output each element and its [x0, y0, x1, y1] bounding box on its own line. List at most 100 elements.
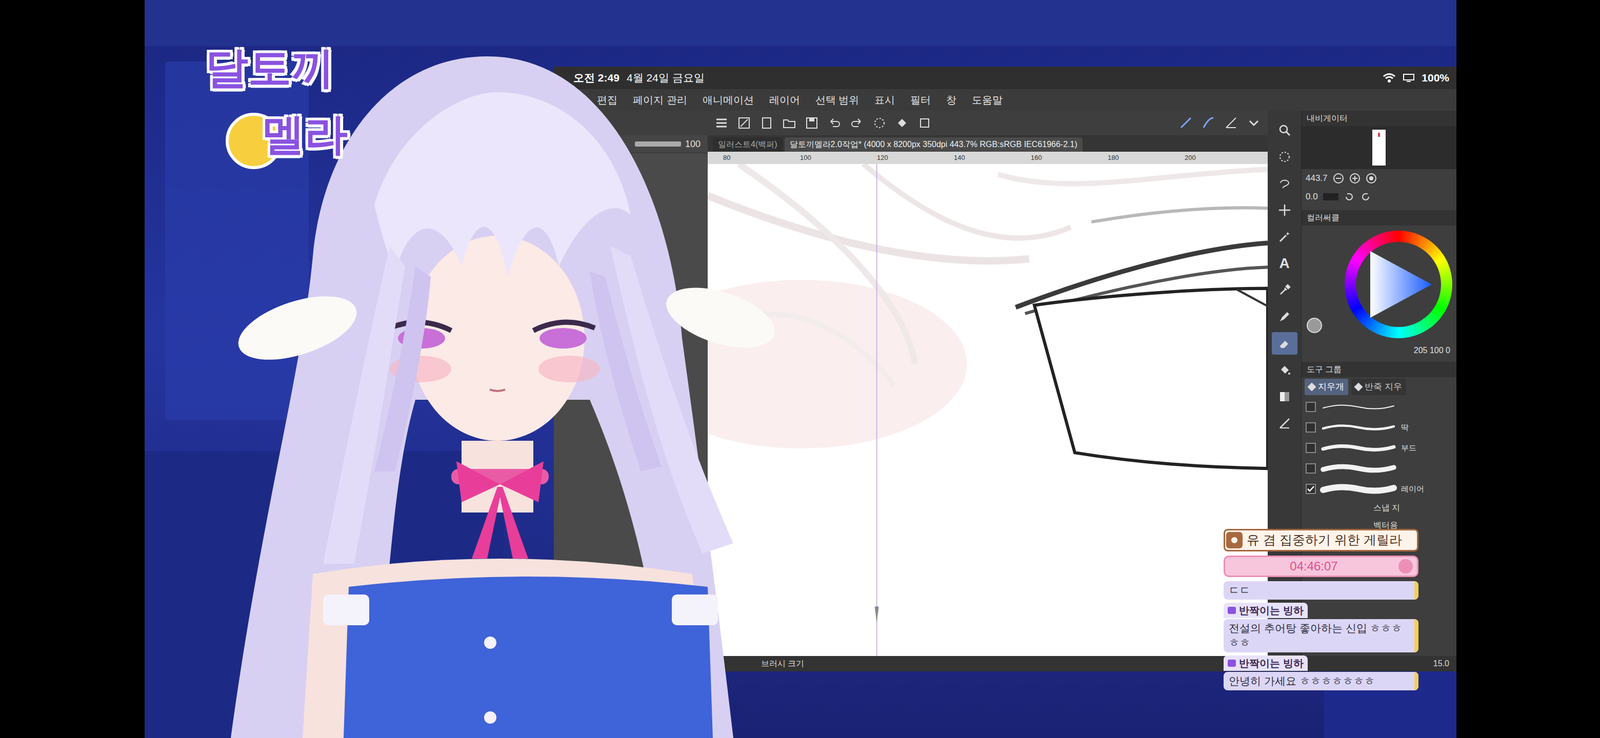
- tool-button[interactable]: [1271, 118, 1298, 142]
- ruler-tick: 100: [800, 152, 877, 164]
- tool-button[interactable]: [1271, 225, 1298, 249]
- tool-button[interactable]: [1271, 358, 1298, 382]
- stream-video: 오전 2:49 4월 24일 금요일 100% 편집페이지 관리애니메이션레이어…: [144, 0, 1457, 738]
- brush-checkbox[interactable]: [1305, 443, 1316, 454]
- eraser-icon: [1277, 336, 1292, 351]
- menu-item[interactable]: 도움말: [971, 92, 1003, 108]
- sub-tool-label: 반죽 지우: [1364, 380, 1403, 394]
- tool-button[interactable]: [1271, 278, 1298, 302]
- chat-message: ㄷㄷ: [1223, 581, 1419, 600]
- ruler: 80100120140160180200: [707, 151, 1268, 165]
- ruler-tick: 140: [953, 152, 1031, 164]
- angle-value[interactable]: 0.0: [1305, 190, 1318, 204]
- zoom-row: 443.7: [1301, 169, 1457, 188]
- banner-text: 유 겸 집중하기 위한 게릴라: [1246, 530, 1403, 551]
- ruler-tick: 200: [1184, 152, 1262, 164]
- zoom-out-icon[interactable]: [1332, 172, 1345, 185]
- brush-row[interactable]: [1301, 396, 1457, 418]
- brush-row[interactable]: 레이어: [1301, 478, 1457, 500]
- tool-button[interactable]: [1271, 332, 1298, 355]
- chat-text: 안녕히 가세요 ㅎㅎㅎㅎㅎㅎㅎ: [1223, 672, 1415, 691]
- color-triangle[interactable]: [1360, 246, 1437, 324]
- ruler-snap-icon[interactable]: [1179, 116, 1193, 130]
- zoom-in-icon[interactable]: [1349, 172, 1361, 185]
- tab-label: 일러스트4(백퍼): [717, 138, 778, 151]
- redo-icon[interactable]: [850, 116, 864, 130]
- transform-icon[interactable]: [917, 116, 932, 130]
- screen-icon: [1403, 73, 1415, 83]
- new-file-icon[interactable]: [760, 116, 774, 130]
- tab-label: 달토끼멜라2.0작업* (4000 x 8200px 350dpi 443.7%…: [789, 138, 1078, 151]
- gradient-icon: [1277, 390, 1292, 404]
- loading-icon[interactable]: [872, 116, 887, 130]
- opacity-slider[interactable]: [634, 141, 682, 147]
- brush-size-label: 브러시 크기: [761, 657, 805, 671]
- collapse-icon[interactable]: [1247, 116, 1261, 130]
- brush-checkbox[interactable]: [1305, 463, 1316, 474]
- chat-user-row: 반짝이는 빙하: [1223, 603, 1308, 619]
- fill-icon[interactable]: [895, 116, 909, 130]
- menu-item[interactable]: 애니메이션: [702, 92, 754, 108]
- undo-icon[interactable]: [827, 116, 842, 130]
- menu-item[interactable]: 선택 범위: [815, 92, 860, 108]
- brush-row[interactable]: 딱: [1301, 417, 1457, 438]
- brush-size-value[interactable]: 15.0: [1433, 657, 1450, 671]
- canvas[interactable]: [707, 164, 1268, 657]
- color-wheel-area: [1301, 225, 1457, 344]
- open-folder-icon[interactable]: [782, 116, 796, 130]
- menu-item[interactable]: 편집: [596, 92, 618, 108]
- color-header: 컬러써클: [1301, 210, 1457, 226]
- menu-icon[interactable]: [714, 116, 729, 130]
- main-color-swatch[interactable]: [1306, 317, 1323, 334]
- fit-icon[interactable]: [1365, 172, 1377, 185]
- grid-snap-icon[interactable]: [1224, 116, 1238, 130]
- menu-item[interactable]: 창: [946, 92, 957, 108]
- zoom-value[interactable]: 443.7: [1305, 171, 1328, 186]
- tool-button[interactable]: [1271, 145, 1298, 169]
- color-wheel[interactable]: [1344, 230, 1453, 339]
- save-icon[interactable]: [805, 116, 819, 130]
- sub-tool-tab[interactable]: 반죽 지우: [1351, 378, 1407, 396]
- brush-checkbox[interactable]: [1305, 484, 1316, 495]
- menu-item[interactable]: 레이어: [769, 92, 800, 108]
- document-tab[interactable]: 달토끼멜라2.0작업* (4000 x 8200px 350dpi 443.7%…: [784, 137, 1083, 152]
- fill-icon: [1277, 363, 1292, 377]
- tool-button[interactable]: [1271, 385, 1298, 409]
- badge-icon: [1227, 660, 1236, 668]
- tool-button[interactable]: A: [1271, 252, 1298, 275]
- sub-tool-tab[interactable]: 지우개: [1304, 378, 1349, 396]
- brush-checkbox[interactable]: [1305, 402, 1316, 413]
- menu-item[interactable]: 표시: [874, 92, 895, 108]
- pen-icon: [1277, 310, 1292, 324]
- select-icon: [1277, 150, 1292, 164]
- chat-user-row: 반짝이는 빙하: [1223, 655, 1308, 672]
- brush-row[interactable]: [1301, 458, 1457, 479]
- opacity-value[interactable]: 100: [685, 137, 701, 152]
- bubble-accent: [1414, 672, 1419, 691]
- tool-button[interactable]: [1271, 305, 1298, 329]
- tool-button[interactable]: [1271, 198, 1298, 222]
- brush-checkbox[interactable]: [1305, 422, 1316, 433]
- badge-icon: [1227, 607, 1236, 615]
- special-ruler-icon[interactable]: [1202, 116, 1216, 130]
- tool-button[interactable]: [1271, 412, 1298, 435]
- toolbar: [707, 110, 1268, 136]
- stream-banner: 유 겸 집중하기 위한 게릴라: [1223, 529, 1419, 552]
- menu-item[interactable]: 필터: [910, 92, 931, 108]
- rotate-left-icon[interactable]: [1343, 191, 1355, 203]
- tool-option[interactable]: 스냅 지: [1373, 499, 1457, 517]
- status-bar: 오전 2:49 4월 24일 금요일 100%: [553, 66, 1457, 90]
- ruler-tick: 80: [723, 152, 800, 164]
- rotate-right-icon[interactable]: [1360, 191, 1372, 203]
- menu-item[interactable]: 페이지 관리: [632, 92, 688, 108]
- chat-overlay: 유 겸 집중하기 위한 게릴라 04:46:07 ㄷㄷ반짝이는 빙하전설의 추어…: [1223, 529, 1419, 691]
- document-tab[interactable]: 일러스트4(백퍼): [712, 137, 783, 152]
- canvas-icon[interactable]: [737, 116, 751, 130]
- brush-row[interactable]: 부드: [1301, 437, 1457, 459]
- eye-sketch-drawing: [707, 164, 1268, 657]
- tool-button[interactable]: [1271, 172, 1298, 195]
- text-tool-icon: A: [1278, 252, 1290, 275]
- chat-username: 반짝이는 빙하: [1238, 603, 1304, 619]
- navigator-preview: [1301, 126, 1457, 170]
- color-values[interactable]: 205 100 0: [1413, 344, 1451, 357]
